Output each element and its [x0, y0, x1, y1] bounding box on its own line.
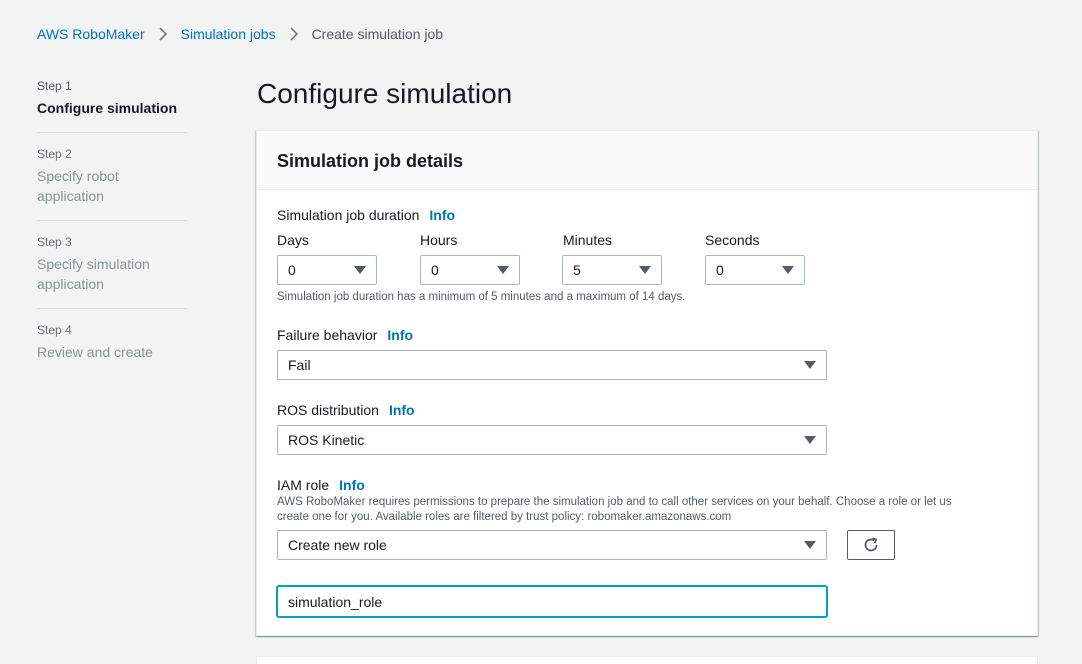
simulation-job-details-panel: Simulation job details Simulation job du… — [256, 130, 1038, 636]
caret-down-icon — [804, 436, 816, 444]
days-value: 0 — [288, 262, 296, 278]
caret-down-icon — [497, 266, 509, 274]
iam-hint-line-1: AWS RoboMaker requires permissions to pr… — [277, 496, 952, 508]
caret-down-icon — [782, 266, 794, 274]
step-number: Step 4 — [37, 323, 72, 337]
minutes-value: 5 — [573, 262, 581, 278]
minutes-label: Minutes — [563, 232, 613, 248]
duration-label-row: Simulation job duration Info — [277, 207, 455, 223]
chevron-right-icon — [276, 27, 312, 41]
duration-hint: Simulation job duration has a minimum of… — [277, 291, 686, 303]
ros-value: ROS Kinetic — [288, 432, 365, 448]
next-panel — [256, 656, 1038, 664]
duration-info-link[interactable]: Info — [429, 207, 455, 223]
step-3[interactable]: Step 3 Specify simulation application — [37, 235, 187, 309]
duration-label: Simulation job duration — [277, 207, 420, 223]
page-title: Configure simulation — [257, 78, 513, 109]
minutes-select[interactable]: 5 — [562, 255, 662, 285]
caret-down-icon — [639, 266, 651, 274]
step-title: Configure simulation — [37, 100, 177, 116]
wizard-steps: Step 1 Configure simulation Step 2 Speci… — [37, 79, 187, 390]
iam-label: IAM role — [277, 477, 330, 493]
caret-down-icon — [804, 361, 816, 369]
refresh-roles-button[interactable] — [847, 530, 895, 560]
step-title: Review and create — [37, 344, 153, 360]
breadcrumb-simulation-jobs-link[interactable]: Simulation jobs — [181, 26, 276, 42]
step-number: Step 3 — [37, 235, 72, 249]
iam-hint-line-2: create one for you. Available roles are … — [277, 511, 732, 523]
step-number: Step 2 — [37, 147, 72, 161]
caret-down-icon — [804, 541, 816, 549]
panel-header: Simulation job details — [257, 131, 1037, 190]
panel-title: Simulation job details — [277, 151, 464, 171]
failure-behavior-select[interactable]: Fail — [277, 350, 827, 380]
step-title: Specify robot application — [37, 168, 119, 204]
seconds-select[interactable]: 0 — [705, 255, 805, 285]
iam-info-link[interactable]: Info — [339, 477, 365, 493]
days-label: Days — [277, 232, 309, 248]
refresh-icon — [864, 537, 878, 552]
hours-label: Hours — [420, 232, 458, 248]
step-1: Step 1 Configure simulation — [37, 79, 187, 133]
failure-info-link[interactable]: Info — [387, 327, 413, 343]
breadcrumb: AWS RoboMaker Simulation jobs Create sim… — [37, 26, 443, 42]
breadcrumb-current: Create simulation job — [311, 26, 444, 42]
failure-label: Failure behavior — [277, 327, 378, 343]
ros-label: ROS distribution — [277, 402, 379, 418]
ros-label-row: ROS distribution Info — [277, 402, 415, 418]
ros-distribution-select[interactable]: ROS Kinetic — [277, 425, 827, 455]
caret-down-icon — [354, 266, 366, 274]
ros-info-link[interactable]: Info — [389, 402, 415, 418]
iam-label-row: IAM role Info — [277, 477, 365, 493]
iam-role-select[interactable]: Create new role — [277, 530, 827, 560]
role-name-input[interactable]: simulation_role — [277, 586, 827, 617]
step-2[interactable]: Step 2 Specify robot application — [37, 147, 187, 221]
chevron-right-icon — [145, 27, 181, 41]
role-name-value: simulation_role — [288, 593, 383, 610]
breadcrumb-robomaker-link[interactable]: AWS RoboMaker — [37, 26, 145, 42]
failure-label-row: Failure behavior Info — [277, 327, 413, 343]
days-select[interactable]: 0 — [277, 255, 377, 285]
hours-value: 0 — [431, 262, 439, 278]
seconds-label: Seconds — [705, 232, 760, 248]
hours-select[interactable]: 0 — [420, 255, 520, 285]
seconds-value: 0 — [716, 262, 724, 278]
step-number: Step 1 — [37, 79, 72, 93]
step-4[interactable]: Step 4 Review and create — [37, 323, 187, 376]
iam-role-value: Create new role — [288, 537, 387, 553]
failure-value: Fail — [288, 357, 311, 373]
page: AWS RoboMaker Simulation jobs Create sim… — [0, 0, 1082, 664]
step-title: Specify simulation application — [37, 256, 150, 292]
